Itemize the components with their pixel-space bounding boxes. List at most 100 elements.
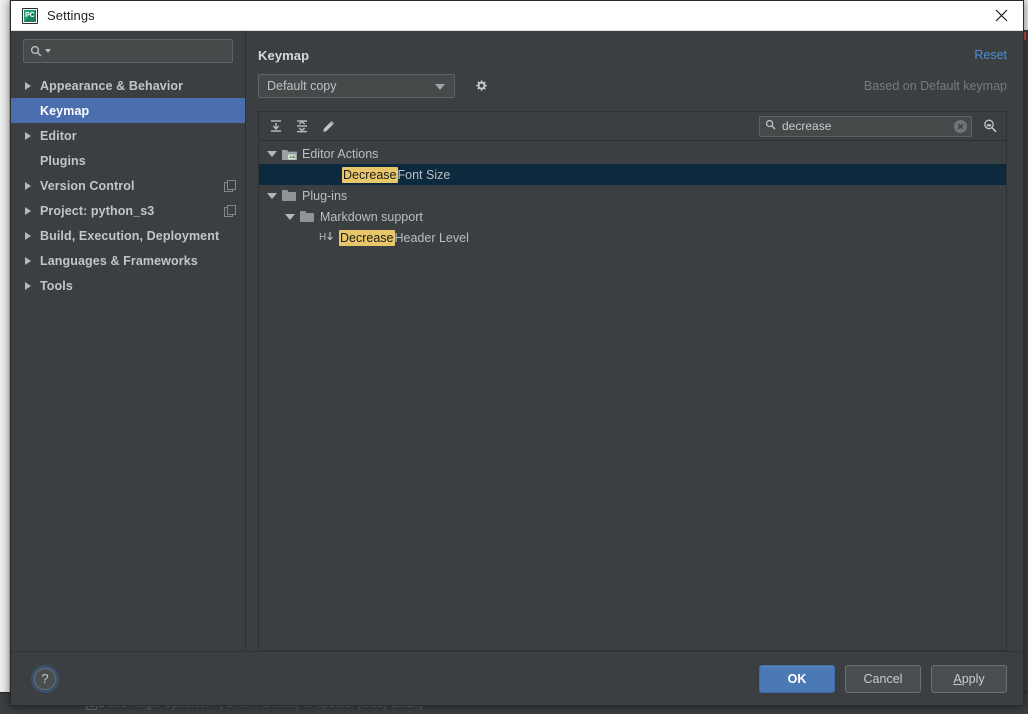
chevron-down-icon xyxy=(435,84,445,90)
sidebar-item-appearance-behavior[interactable]: Appearance & Behavior xyxy=(11,73,245,98)
chevron-right-icon xyxy=(25,231,31,240)
chevron-down-icon[interactable] xyxy=(285,213,295,220)
dialog-buttons: OK Cancel Apply xyxy=(759,664,1007,693)
tree-row-label: Header Level xyxy=(394,230,469,245)
sidebar-item-label: Tools xyxy=(40,278,73,293)
pycharm-icon xyxy=(22,7,38,24)
close-icon xyxy=(995,9,1007,22)
collapse-all-button[interactable] xyxy=(290,115,314,137)
tree-row-editor-actions[interactable]: Editor Actions xyxy=(259,143,1006,164)
settings-dialog: Settings xyxy=(10,0,1024,706)
keymap-search[interactable] xyxy=(759,115,972,137)
chevron-right-icon xyxy=(25,81,31,90)
window-controls xyxy=(979,1,1023,31)
chevron-down-icon[interactable] xyxy=(267,150,277,157)
settings-content: Keymap Reset Default copy Based on Defau… xyxy=(246,31,1023,651)
sidebar-item-project[interactable]: Project: python_s3 xyxy=(11,198,245,223)
gear-icon xyxy=(476,80,487,91)
pencil-icon xyxy=(322,120,334,132)
editor-actions-icon xyxy=(282,148,297,160)
chevron-right-icon xyxy=(25,206,31,215)
cancel-button-label: Cancel xyxy=(863,671,903,686)
search-match-highlight: Decrease xyxy=(339,229,395,246)
chevron-down-icon xyxy=(45,49,51,53)
sidebar-search[interactable] xyxy=(23,39,233,63)
help-button[interactable]: ? xyxy=(34,667,56,690)
folder-icon xyxy=(282,190,296,201)
sidebar-item-editor[interactable]: Editor xyxy=(11,123,245,148)
sidebar-item-languages-frameworks[interactable]: Languages & Frameworks xyxy=(11,248,245,273)
sidebar-item-label: Languages & Frameworks xyxy=(40,253,198,268)
clear-search-button[interactable] xyxy=(954,119,967,133)
reset-link[interactable]: Reset xyxy=(974,48,1007,62)
help-icon: ? xyxy=(41,671,49,686)
sidebar-item-label: Build, Execution, Deployment xyxy=(40,228,220,243)
dialog-body: Appearance & Behavior Keymap Editor Plug… xyxy=(11,31,1023,651)
cancel-button[interactable]: Cancel xyxy=(845,664,921,693)
keymap-selector-row: Default copy Based on Default keymap xyxy=(246,67,1023,101)
sidebar-item-label: Project: python_s3 xyxy=(40,203,155,218)
keymap-tree: Editor Actions Decrease Font Size Plug-i… xyxy=(259,141,1006,650)
page-title: Keymap xyxy=(258,47,310,63)
apply-button[interactable]: Apply xyxy=(931,664,1007,693)
sidebar-item-label: Appearance & Behavior xyxy=(40,78,184,93)
chevron-right-icon xyxy=(25,256,31,265)
ok-button-label: OK xyxy=(787,671,807,686)
sidebar-item-tools[interactable]: Tools xyxy=(11,273,245,298)
sidebar-item-label: Version Control xyxy=(40,178,135,193)
sidebar-search-input[interactable] xyxy=(56,43,226,59)
folder-icon xyxy=(300,211,314,222)
expand-all-button[interactable] xyxy=(264,115,288,137)
sidebar-item-label: Plugins xyxy=(40,153,86,168)
chevron-down-icon[interactable] xyxy=(267,192,277,199)
tree-row-markdown-support[interactable]: Markdown support xyxy=(259,206,1006,227)
settings-sidebar: Appearance & Behavior Keymap Editor Plug… xyxy=(11,31,246,651)
find-by-shortcut-icon xyxy=(983,119,997,132)
search-icon xyxy=(30,45,42,57)
sidebar-item-plugins[interactable]: Plugins xyxy=(11,148,245,173)
dialog-footer: ? OK Cancel Apply xyxy=(11,651,1023,705)
keymap-settings-button[interactable] xyxy=(472,77,490,95)
ok-button[interactable]: OK xyxy=(759,664,835,693)
search-match-highlight: Decrease xyxy=(342,166,398,183)
keymap-tree-toolbar xyxy=(259,112,1006,141)
tree-row-label: Font Size xyxy=(397,167,451,182)
sidebar-item-label: Keymap xyxy=(40,103,90,118)
clear-icon xyxy=(957,123,964,129)
dialog-title: Settings xyxy=(47,8,95,23)
copy-settings-icon xyxy=(224,205,236,217)
find-by-shortcut-button[interactable] xyxy=(978,115,1002,137)
apply-button-label: Apply xyxy=(953,672,984,686)
based-on-label: Based on Default keymap xyxy=(863,79,1007,93)
chevron-right-icon xyxy=(25,131,31,140)
expand-all-icon xyxy=(271,120,281,132)
sidebar-item-build-execution-deployment[interactable]: Build, Execution, Deployment xyxy=(11,223,245,248)
sidebar-item-version-control[interactable]: Version Control xyxy=(11,173,245,198)
sidebar-list: Appearance & Behavior Keymap Editor Plug… xyxy=(11,73,245,651)
apply-rest: pply xyxy=(961,671,985,686)
keymap-select-value: Default copy xyxy=(267,79,337,93)
search-icon xyxy=(765,117,776,135)
tree-row-label: Plug-ins xyxy=(302,188,348,203)
tree-row-label: Editor Actions xyxy=(302,146,379,161)
svg-text:H: H xyxy=(319,232,326,243)
apply-mnemonic: A xyxy=(953,671,962,686)
keymap-search-input[interactable] xyxy=(780,118,954,134)
collapse-all-icon xyxy=(297,120,307,133)
tree-row-plugins[interactable]: Plug-ins xyxy=(259,185,1006,206)
tree-row-decrease-font-size[interactable]: Decrease Font Size xyxy=(259,164,1006,185)
tree-row-decrease-header-level[interactable]: H Decrease Header Level xyxy=(259,227,1006,248)
close-button[interactable] xyxy=(979,1,1023,31)
chevron-right-icon xyxy=(25,281,31,290)
copy-settings-icon xyxy=(224,180,236,192)
chevron-right-icon xyxy=(25,181,31,190)
sidebar-item-keymap[interactable]: Keymap xyxy=(11,98,245,123)
edit-shortcut-button[interactable] xyxy=(316,115,340,137)
sidebar-item-label: Editor xyxy=(40,128,77,143)
keymap-select[interactable]: Default copy xyxy=(258,74,455,98)
